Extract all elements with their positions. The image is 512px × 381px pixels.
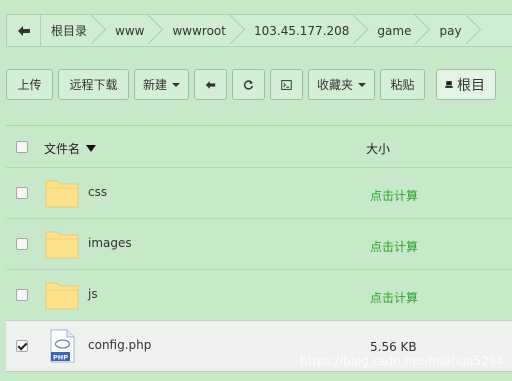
- breadcrumb-item-pay[interactable]: pay: [429, 15, 479, 46]
- breadcrumb-item-game[interactable]: game: [367, 15, 429, 46]
- column-header-name[interactable]: 文件名: [44, 140, 97, 157]
- breadcrumb-item-wwwroot[interactable]: wwwroot: [162, 15, 244, 46]
- caret-down-icon: [358, 82, 367, 87]
- breadcrumb-back-button[interactable]: [7, 15, 41, 46]
- new-dropdown-button[interactable]: 新建: [134, 69, 189, 100]
- root-label: 根目: [457, 77, 485, 94]
- column-header-name-label: 文件名: [44, 142, 81, 156]
- paste-button[interactable]: 粘贴: [380, 69, 425, 100]
- file-name[interactable]: js: [88, 287, 98, 301]
- folder-icon: [45, 231, 79, 259]
- folder-icon: [45, 180, 79, 208]
- folder-icon: [45, 282, 79, 310]
- back-button[interactable]: [194, 69, 227, 100]
- row-checkbox[interactable]: [16, 238, 28, 250]
- new-label: 新建: [143, 78, 168, 92]
- table-row[interactable]: js 点击计算: [6, 270, 512, 321]
- breadcrumb-item-www[interactable]: www: [105, 15, 162, 46]
- drive-icon: [445, 81, 453, 88]
- file-table: 文件名 大小 css 点击计算 images 点击计算 js 点击计算 PHP …: [6, 125, 512, 372]
- file-name[interactable]: images: [88, 236, 132, 250]
- sort-desc-icon: [86, 145, 97, 152]
- arrow-left-icon: [205, 80, 216, 89]
- breadcrumb: 根目录 www wwwroot 103.45.177.208 game pay: [6, 14, 512, 47]
- toolbar: 上传 远程下载 新建 收藏夹 粘贴 根目: [6, 69, 496, 100]
- table-header-row: 文件名 大小: [6, 126, 512, 168]
- watermark: https://blog.csdn.net/huahua5284: [300, 354, 505, 368]
- favorites-dropdown-button[interactable]: 收藏夹: [308, 69, 375, 100]
- table-row[interactable]: images 点击计算: [6, 219, 512, 270]
- row-checkbox[interactable]: [16, 340, 28, 352]
- breadcrumb-item-ip[interactable]: 103.45.177.208: [244, 15, 367, 46]
- php-file-icon: PHP: [50, 329, 75, 363]
- file-name[interactable]: config.php: [88, 338, 151, 352]
- select-all-checkbox[interactable]: [16, 141, 28, 153]
- refresh-icon: [243, 79, 254, 90]
- caret-down-icon: [172, 82, 181, 87]
- calculate-size-link[interactable]: 点击计算: [370, 289, 418, 306]
- arrow-left-icon: [17, 25, 30, 36]
- refresh-button[interactable]: [232, 69, 265, 100]
- svg-text:PHP: PHP: [53, 354, 68, 362]
- breadcrumb-label: www: [115, 23, 145, 38]
- breadcrumb-item-root[interactable]: 根目录: [41, 15, 105, 46]
- breadcrumb-label: 103.45.177.208: [253, 23, 350, 38]
- upload-button[interactable]: 上传: [6, 69, 53, 100]
- root-button[interactable]: 根目: [436, 69, 496, 100]
- terminal-button[interactable]: [270, 69, 303, 100]
- calculate-size-link[interactable]: 点击计算: [370, 238, 418, 255]
- row-checkbox[interactable]: [16, 289, 28, 301]
- breadcrumb-label: 根目录: [51, 24, 88, 38]
- breadcrumb-label: game: [377, 23, 412, 38]
- row-checkbox[interactable]: [16, 187, 28, 199]
- file-name[interactable]: css: [88, 185, 107, 199]
- table-row[interactable]: css 点击计算: [6, 168, 512, 219]
- favorites-label: 收藏夹: [317, 78, 354, 92]
- breadcrumb-label: wwwroot: [172, 23, 226, 38]
- file-size: 5.56 KB: [370, 340, 417, 354]
- breadcrumb-label: pay: [439, 23, 462, 38]
- calculate-size-link[interactable]: 点击计算: [370, 187, 418, 204]
- remote-download-button[interactable]: 远程下载: [58, 69, 129, 100]
- terminal-icon: [281, 79, 292, 90]
- column-header-size[interactable]: 大小: [366, 140, 390, 157]
